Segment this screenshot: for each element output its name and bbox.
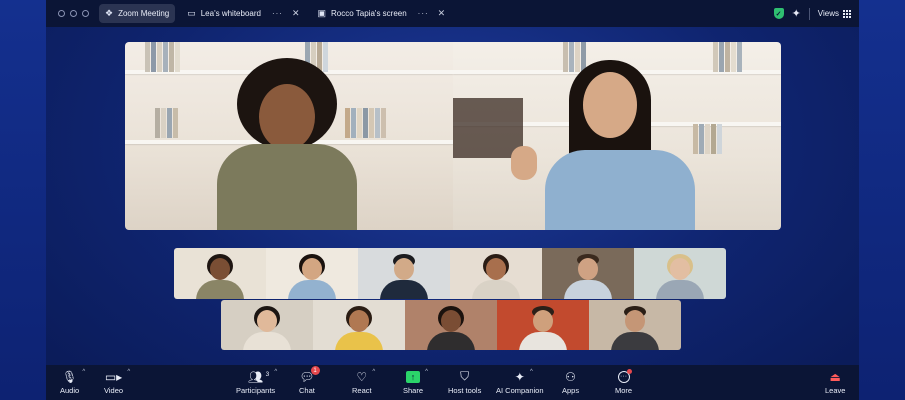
- ai-sparkle-icon: ✦ ^: [514, 369, 533, 384]
- participant-tile[interactable]: [174, 248, 266, 299]
- react-button[interactable]: ♡ ^ React: [352, 369, 376, 395]
- backdrop-left: [0, 0, 46, 400]
- video-label: Video: [104, 386, 124, 395]
- host-tools-label: Host tools: [448, 386, 482, 395]
- leave-icon: ⏏: [829, 369, 841, 384]
- more-button[interactable]: ··· More: [615, 368, 633, 395]
- ai-sparkle-icon[interactable]: ✦: [792, 7, 801, 20]
- tab-label: Zoom Meeting: [118, 9, 170, 18]
- chevron-up-icon[interactable]: ^: [274, 369, 277, 375]
- close-window-button[interactable]: [58, 10, 65, 17]
- audio-label: Audio: [60, 386, 80, 395]
- grid-view-icon: [843, 9, 851, 18]
- share-screen-icon: ↑ ^: [406, 369, 428, 384]
- minimize-window-button[interactable]: [70, 10, 77, 17]
- chevron-up-icon[interactable]: ^: [372, 369, 375, 375]
- shield-icon: ⛉: [460, 369, 470, 383]
- react-label: React: [352, 386, 372, 395]
- backdrop-right: [859, 0, 905, 400]
- heart-icon: ♡ ^: [356, 369, 376, 384]
- apps-icon: ⚇: [565, 369, 576, 384]
- maximize-window-button[interactable]: [82, 10, 89, 17]
- audio-button[interactable]: 🎙︎ ^ Audio: [60, 369, 86, 395]
- participants-icon: 👥︎ 3 ^: [247, 369, 278, 384]
- microphone-icon: 🎙︎ ^: [61, 369, 86, 384]
- chevron-up-icon[interactable]: ^: [425, 369, 428, 375]
- window-controls: [58, 10, 89, 17]
- tab-close-icon[interactable]: ✕: [438, 8, 446, 19]
- tab-more-icon[interactable]: ···: [272, 9, 283, 18]
- zoom-paw-icon: ❖: [105, 8, 114, 18]
- participant-tile[interactable]: [358, 248, 450, 299]
- whiteboard-icon: ▭: [187, 8, 196, 18]
- divider: [808, 7, 810, 20]
- views-label: Views: [817, 9, 839, 18]
- participant-tile[interactable]: [450, 248, 542, 299]
- leave-label: Leave: [825, 386, 846, 395]
- chevron-up-icon[interactable]: ^: [127, 369, 130, 375]
- video-camera-icon: ▭▸ ^: [104, 369, 131, 384]
- speaker-video-right[interactable]: [453, 42, 781, 230]
- leave-button[interactable]: ⏏ Leave: [825, 369, 846, 396]
- participant-tile[interactable]: [542, 248, 634, 299]
- chat-label: Chat: [299, 386, 315, 395]
- chat-button[interactable]: 💬︎ 1 Chat: [299, 366, 320, 395]
- gallery-row-2: [221, 300, 681, 350]
- ai-companion-label: AI Companion: [496, 386, 544, 395]
- speaker-video-left[interactable]: [125, 42, 453, 230]
- meeting-window: ❖ Zoom Meeting ▭ Lea's whiteboard ··· ✕ …: [46, 0, 859, 400]
- apps-button[interactable]: ⚇ Apps: [562, 369, 580, 396]
- active-speaker-video[interactable]: [125, 42, 781, 230]
- share-button[interactable]: ↑ ^ Share: [403, 369, 428, 395]
- views-button[interactable]: Views: [818, 9, 851, 18]
- meeting-controls: 🎙︎ ^ Audio ▭▸ ^ Video 👥︎ 3 ^ Participants 💬︎…: [46, 365, 859, 400]
- participant-tile[interactable]: [497, 300, 589, 350]
- more-label: More: [615, 386, 633, 395]
- tab-label: Lea's whiteboard: [200, 9, 261, 18]
- host-tools-button[interactable]: ⛉ Host tools: [448, 369, 481, 395]
- encryption-shield-icon[interactable]: ✓: [773, 8, 784, 19]
- participant-tile[interactable]: [313, 300, 405, 350]
- more-icon: ···: [617, 368, 632, 384]
- tab-whiteboard[interactable]: ▭ Lea's whiteboard ··· ✕: [181, 4, 305, 23]
- chevron-up-icon[interactable]: ^: [82, 369, 85, 375]
- apps-label: Apps: [562, 386, 580, 395]
- share-label: Share: [403, 386, 424, 395]
- gallery-row-1: [174, 248, 726, 299]
- screen-share-icon: ▣: [317, 8, 327, 18]
- tab-screen-share[interactable]: ▣ Rocco Tapia's screen ··· ✕: [312, 4, 452, 23]
- chat-unread-badge: 1: [310, 366, 320, 375]
- participant-tile[interactable]: [634, 248, 726, 299]
- participant-tile[interactable]: [266, 248, 358, 299]
- video-button[interactable]: ▭▸ ^ Video: [104, 369, 131, 395]
- tab-label: Rocco Tapia's screen: [331, 9, 407, 18]
- ai-companion-button[interactable]: ✦ ^ AI Companion: [496, 369, 544, 395]
- tab-more-icon[interactable]: ···: [418, 9, 429, 18]
- chat-bubble-icon: 💬︎ 1: [299, 366, 320, 384]
- chevron-up-icon[interactable]: ^: [530, 369, 533, 375]
- title-bar: ❖ Zoom Meeting ▭ Lea's whiteboard ··· ✕ …: [46, 0, 859, 27]
- participants-label: Participants: [236, 386, 276, 395]
- title-bar-right: ✓ ✦ Views: [773, 7, 851, 20]
- participant-tile[interactable]: [221, 300, 313, 350]
- tab-close-icon[interactable]: ✕: [292, 8, 300, 19]
- tab-zoom-meeting[interactable]: ❖ Zoom Meeting: [99, 4, 176, 23]
- participants-count: 3: [265, 371, 270, 378]
- participant-tile[interactable]: [589, 300, 681, 350]
- participants-button[interactable]: 👥︎ 3 ^ Participants: [236, 369, 278, 395]
- participant-tile[interactable]: [405, 300, 497, 350]
